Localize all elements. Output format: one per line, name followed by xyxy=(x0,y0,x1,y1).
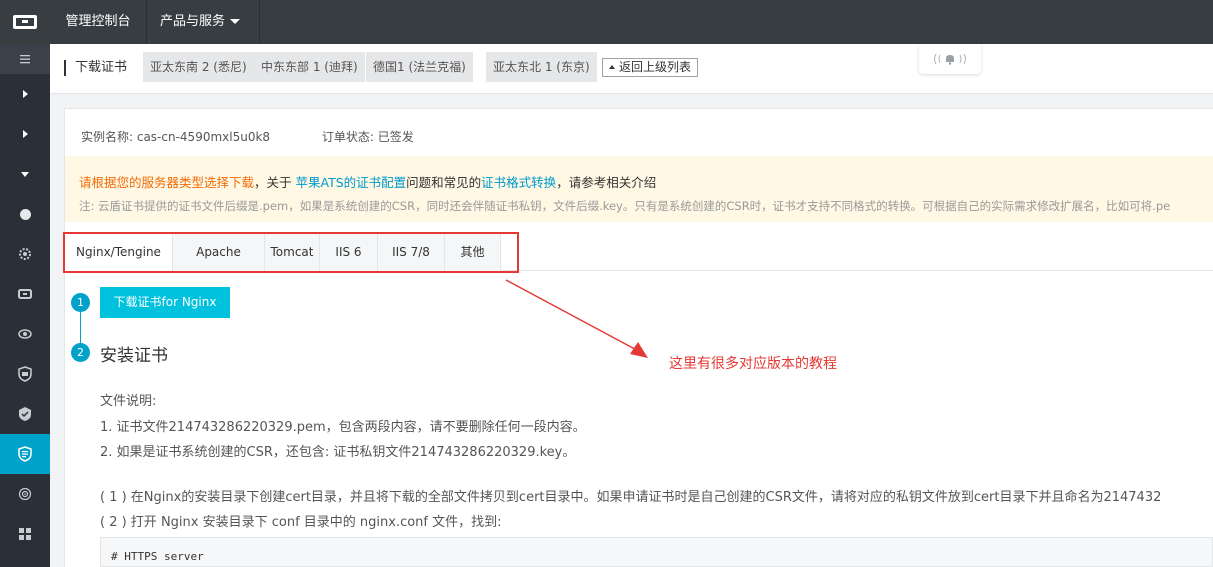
eye-icon xyxy=(18,329,32,339)
install-title: 安装证书 xyxy=(100,346,168,366)
chevron-right-icon xyxy=(22,90,28,98)
notice-note: 注: 云盾证书提供的证书文件后缀是.pem，如果是系统创建的CSR，同时还会伴随… xyxy=(79,199,1171,213)
region-tab-frankfurt[interactable]: 德国1 (法兰克福) xyxy=(366,52,473,82)
instance-name: 实例名称: cas-cn-4590mxl5u0k8 xyxy=(81,130,271,144)
step-1-badge: 1 xyxy=(71,293,90,312)
sidebar xyxy=(0,44,50,567)
shield-check-icon xyxy=(19,407,31,421)
products-label: 产品与服务 xyxy=(160,14,226,29)
sidebar-item-eye[interactable] xyxy=(0,314,50,354)
notification-bell[interactable] xyxy=(919,44,981,74)
hamburger-icon xyxy=(20,55,30,64)
target-icon xyxy=(18,487,32,501)
aliyun-logo[interactable] xyxy=(0,0,50,44)
back-label: 返回上级列表 xyxy=(619,60,692,74)
sidebar-expand-2[interactable] xyxy=(0,114,50,154)
circle-icon xyxy=(19,208,31,220)
sidebar-item-dot[interactable] xyxy=(0,194,50,234)
instruction-line-1: ( 1 ) 在Nginx的安装目录下创建cert目录，并且将下载的全部文件拷贝到… xyxy=(100,490,1162,505)
file-desc-heading: 文件说明: xyxy=(100,394,157,409)
chevron-down-icon xyxy=(230,19,241,24)
gear-icon xyxy=(19,248,31,260)
order-status: 订单状态: 已签发 xyxy=(321,130,414,144)
products-menu[interactable]: 产品与服务 xyxy=(148,0,260,44)
chevron-down-icon xyxy=(21,171,29,177)
arrow-up-icon xyxy=(609,65,615,69)
certificate-icon xyxy=(18,446,32,462)
cloud-logo-icon xyxy=(18,289,32,299)
sidebar-item-security[interactable] xyxy=(0,394,50,434)
logo-icon xyxy=(13,15,37,29)
top-bar: 管理控制台 产品与服务 xyxy=(0,0,1213,44)
chevron-right-icon xyxy=(22,130,28,138)
sidebar-collapse[interactable] xyxy=(0,154,50,194)
file-desc-line-2: 2. 如果是证书系统创建的CSR，还包含: 证书私钥文件214743286220… xyxy=(100,445,576,460)
sidebar-expand-1[interactable] xyxy=(0,74,50,114)
region-tab-dubai[interactable]: 中东东部 1 (迪拜) xyxy=(254,52,365,82)
notice-text-a: ，关于 xyxy=(254,175,296,190)
region-tab-tokyo[interactable]: 亚太东北 1 (东京) xyxy=(486,52,597,82)
step-2-badge: 2 xyxy=(71,343,90,362)
notice-text-c: ，请参考相关介绍 xyxy=(556,175,657,190)
file-desc-line-1: 1. 证书文件214743286220329.pem，包含两段内容，请不要删除任… xyxy=(100,420,586,435)
sidebar-item-settings[interactable] xyxy=(0,234,50,274)
download-nginx-button[interactable]: 下载证书for Nginx xyxy=(100,287,230,318)
annotation-arrow-icon xyxy=(505,279,648,358)
sidebar-item-certificate[interactable] xyxy=(0,434,50,474)
bell-icon xyxy=(934,53,966,65)
menu-toggle[interactable] xyxy=(0,44,50,74)
code-block: # HTTPS server xyxy=(100,537,1213,567)
region-tab-sydney[interactable]: 亚太东南 2 (悉尼) xyxy=(143,52,254,82)
back-to-list-button[interactable]: 返回上级列表 xyxy=(602,58,699,77)
sidebar-item-shield[interactable] xyxy=(0,354,50,394)
page-title: 下载证书 xyxy=(64,60,127,76)
sidebar-item-firewall[interactable] xyxy=(0,514,50,554)
annotation-box xyxy=(63,232,519,273)
page-header: 下载证书 亚太东南 2 (悉尼) 中东东部 1 (迪拜) 德国1 (法兰克福) … xyxy=(50,44,1213,94)
sidebar-item-cloud[interactable] xyxy=(0,274,50,314)
notice-text-b: 问题和常见的 xyxy=(406,175,482,190)
sidebar-item-target[interactable] xyxy=(0,474,50,514)
instruction-line-2: ( 2 ) 打开 Nginx 安装目录下 conf 目录中的 nginx.con… xyxy=(100,515,502,530)
instance-meta: 实例名称: cas-cn-4590mxl5u0k8 订单状态: 已签发 xyxy=(81,128,462,145)
format-conversion-link[interactable]: 证书格式转换 xyxy=(481,175,556,190)
windows-shield-icon xyxy=(19,528,31,540)
notice-box: 请根据您的服务器类型选择下载，关于 苹果ATS的证书配置问题和常见的证书格式转换… xyxy=(65,156,1213,222)
shield-icon xyxy=(18,366,32,382)
notice-highlight: 请根据您的服务器类型选择下载 xyxy=(79,175,255,190)
annotation-text: 这里有很多对应版本的教程 xyxy=(669,356,837,372)
ats-config-link[interactable]: 苹果ATS的证书配置 xyxy=(296,175,407,190)
console-link[interactable]: 管理控制台 xyxy=(50,0,147,44)
notice-line: 请根据您的服务器类型选择下载，关于 苹果ATS的证书配置问题和常见的证书格式转换… xyxy=(79,172,656,191)
